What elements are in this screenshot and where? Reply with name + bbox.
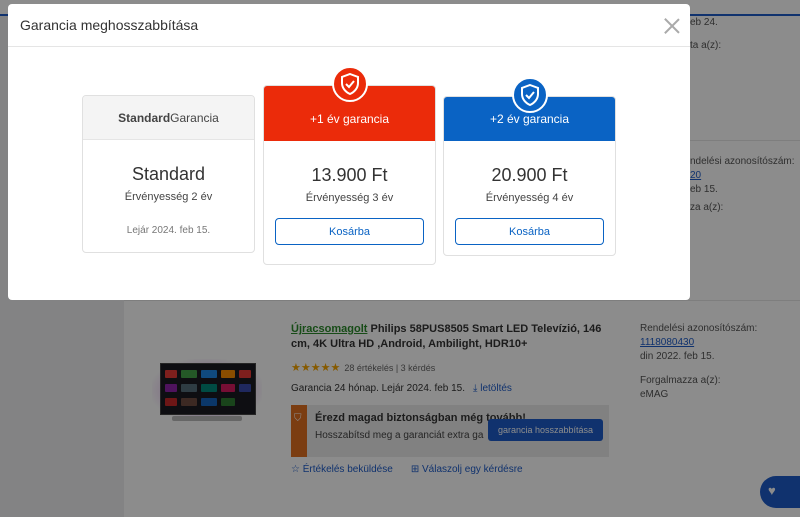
option-price: 20.900 Ft <box>491 165 568 185</box>
modal-divider <box>8 46 690 47</box>
warranty-extension-modal: Garancia meghosszabbítása Standard Garan… <box>8 4 690 300</box>
add-to-cart-button[interactable]: Kosárba <box>275 218 424 245</box>
option-validity: Érvényesség 4 év <box>485 192 574 204</box>
add-to-cart-button[interactable]: Kosárba <box>455 218 604 245</box>
plus-2-year-option: +2 év garancia 20.900 Ft Érvényesség 4 é… <box>443 77 616 256</box>
standard-warranty-option: Standard Garancia Standard Érvényesség 2… <box>82 95 255 253</box>
option-expiry: Lejár 2024. feb 15. <box>126 225 211 236</box>
option-header: Standard Garancia <box>83 96 254 140</box>
option-price: Standard <box>131 164 206 184</box>
option-validity: Érvényesség 3 év <box>305 192 394 204</box>
close-icon[interactable] <box>661 15 683 37</box>
plus-1-year-option: +1 év garancia 13.900 Ft Érvényesség 3 é… <box>263 66 436 265</box>
shield-check-icon <box>512 77 548 113</box>
option-validity: Érvényesség 2 év <box>124 191 213 203</box>
shield-check-icon <box>332 66 368 102</box>
option-price: 13.900 Ft <box>311 165 388 185</box>
modal-title: Garancia meghosszabbítása <box>20 17 199 33</box>
